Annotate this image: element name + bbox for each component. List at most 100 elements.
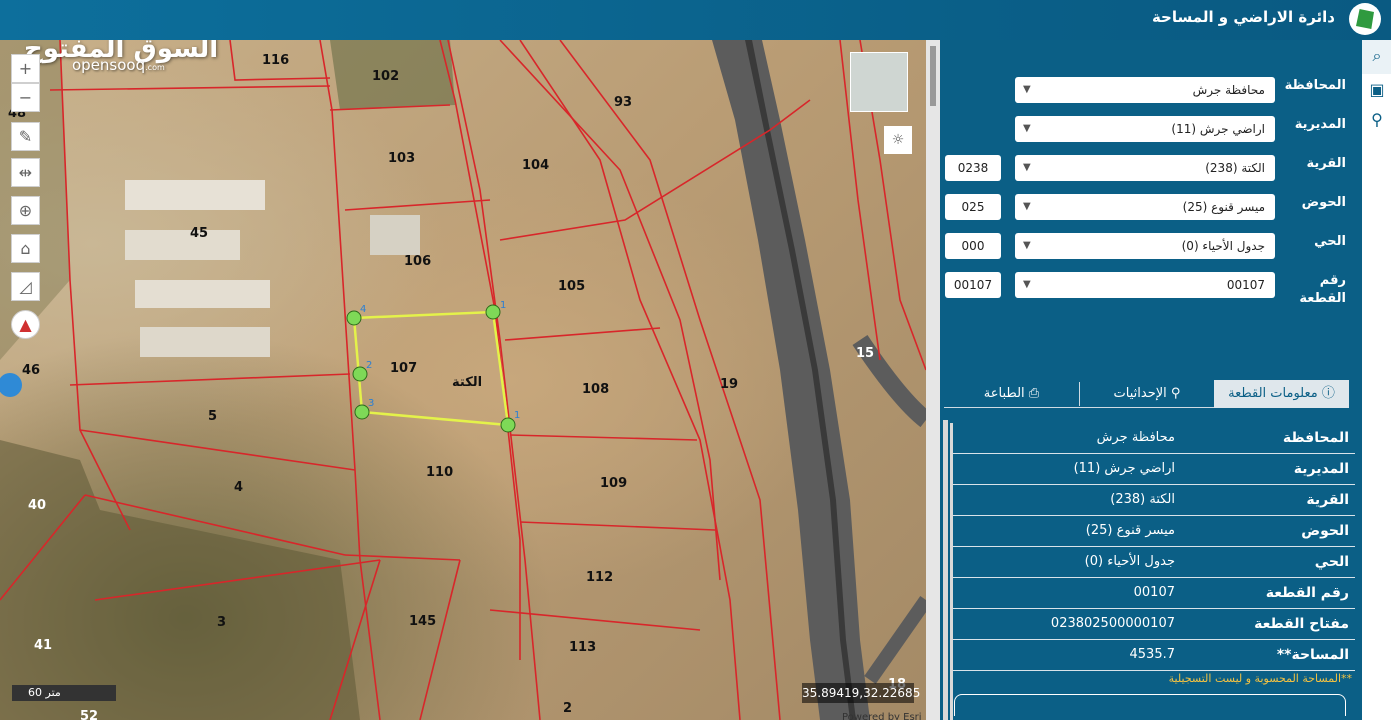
home-button[interactable]: ⌂ [11,234,40,263]
chevron-down-icon: ▼ [1023,279,1031,290]
field-label: الحوض [1301,195,1346,210]
plot-label: 145 [409,614,436,629]
location-pin-icon[interactable]: ⚲ [1367,110,1387,130]
parcel-code-input[interactable]: 00107 [945,272,1001,298]
sun-icon: ☼ [891,132,905,148]
parcel-vertex[interactable] [354,404,370,420]
plot-label: 106 [404,254,431,269]
overview-map[interactable] [850,52,908,112]
plot-label: 104 [522,158,549,173]
basin-code-input[interactable]: 025 [945,194,1001,220]
vertex-label: 4 [360,304,366,315]
plot-label: 105 [558,279,585,294]
info-row: المحافظة محافظة جرش [953,423,1355,454]
parcel-vertex[interactable] [352,366,368,382]
field-label: المديرية [1294,117,1346,132]
plot-label: 110 [426,465,453,480]
draw-button[interactable]: ✎ [11,122,40,151]
area-icon: ◿ [19,277,32,296]
map-view[interactable]: 116 102 93 103 104 45 106 105 48 46 107 … [0,40,926,720]
zoom-out-button[interactable]: − [11,83,40,112]
plot-label: 102 [372,69,399,84]
parcel-vertex[interactable] [500,417,516,433]
form-row-neighborhood: الحي جدول الأحياء (0) ▼ 000 [940,231,1362,261]
building [135,280,270,308]
info-value: محافظة جرش [1096,430,1175,445]
orchard-area [0,440,360,720]
tab-print[interactable]: ⎙ الطباعة [944,380,1079,408]
governorate-select[interactable]: محافظة جرش ▼ [1015,77,1275,103]
selected-parcel-outline[interactable] [352,310,510,427]
building [125,230,240,260]
map-scrollbar[interactable] [926,40,940,720]
locate-icon: ⊕ [18,201,33,220]
form-row-basin: الحوض ميسر قنوع (25) ▼ 025 [940,192,1362,222]
pool [0,373,22,397]
vertex-label: 3 [368,398,374,409]
info-icon: ⓘ [1317,386,1335,401]
parcel-vertex[interactable] [485,304,501,320]
vertex-label: 2 [366,360,372,371]
plot-label: 103 [388,151,415,166]
info-key: المديرية [1293,461,1349,477]
building [125,180,265,210]
ramp [864,595,926,685]
neighborhood-select[interactable]: جدول الأحياء (0) ▼ [1015,233,1275,259]
chevron-down-icon: ▼ [1023,84,1031,95]
map-canvas: 116 102 93 103 104 45 106 105 48 46 107 … [0,40,926,720]
person-pin-icon: ⚲ [1166,386,1181,401]
search-icon[interactable]: ⌕ [1367,46,1387,66]
info-key: المحافظة [1282,430,1349,446]
plot-label: 109 [600,476,627,491]
chevron-down-icon: ▼ [1023,201,1031,212]
info-key: رقم القطعة [1265,585,1349,601]
area-button[interactable]: ◿ [11,272,40,301]
info-row: المساحة** 4535.7 [953,640,1355,671]
info-value: 00107 [1133,585,1175,600]
tab-coordinates[interactable]: ⚲ الإحداثيات [1080,380,1214,408]
info-key: مفتاح القطعة [1254,616,1349,632]
plot-label: 93 [614,95,632,110]
info-scrollbar[interactable] [943,420,948,720]
field-label: القرية [1306,156,1346,171]
compass-button[interactable]: ▲ [11,310,40,339]
field-label: الحي [1314,234,1346,249]
locate-button[interactable]: ⊕ [11,196,40,225]
zoom-in-button[interactable]: + [11,54,40,83]
tab-parcel-info[interactable]: ⓘ معلومات القطعة [1214,380,1349,408]
measure-button[interactable]: ⇹ [11,158,40,187]
zoom-in-icon: + [18,59,33,78]
village-code-input[interactable]: 0238 [945,155,1001,181]
header-title: دائرة الاراضي و المساحة [1151,8,1335,26]
info-row: الحي جدول الأحياء (0) [953,547,1355,578]
search-panel: المحافظة محافظة جرش ▼ المديرية اراضي جرش … [940,40,1362,720]
panel-bottom-button[interactable] [954,694,1346,716]
printer-icon: ⎙ [1024,386,1040,401]
plot-label: 2 [563,701,572,716]
home-icon: ⌂ [20,239,31,258]
basin-select[interactable]: ميسر قنوع (25) ▼ [1015,194,1275,220]
plot-label: 19 [720,377,738,392]
village-select[interactable]: الكتة (238) ▼ [1015,155,1275,181]
parcel-vertex[interactable] [346,310,362,326]
neighborhood-code-input[interactable]: 000 [945,233,1001,259]
info-value: الكتة (238) [1110,492,1175,507]
chevron-down-icon: ▼ [1023,240,1031,251]
esri-attribution: Powered by Esri [842,712,922,720]
form-row-governorate: المحافظة محافظة جرش ▼ [940,75,1362,105]
basemap-button[interactable]: ☼ [884,126,912,154]
info-row: الحوض ميسر قنوع (25) [953,516,1355,547]
vertex-label: 1 [514,410,520,421]
building [370,215,420,255]
plot-label: 4 [234,480,243,495]
dls-logo-icon [1349,3,1381,35]
plot-label: 15 [856,346,874,361]
parcel-select[interactable]: 00107 ▼ [1015,272,1275,298]
layers-icon[interactable]: ▣ [1367,80,1387,100]
directorate-select[interactable]: اراضي جرش (11) ▼ [1015,116,1275,142]
info-value: 023802500000107 [1050,616,1175,631]
plot-label: 52 [80,709,98,720]
app-header: دائرة الاراضي و المساحة [0,0,1391,40]
app-root: دائرة الاراضي و المساحة 116 102 93 103 1… [0,0,1391,720]
info-key: المساحة** [1276,647,1349,663]
